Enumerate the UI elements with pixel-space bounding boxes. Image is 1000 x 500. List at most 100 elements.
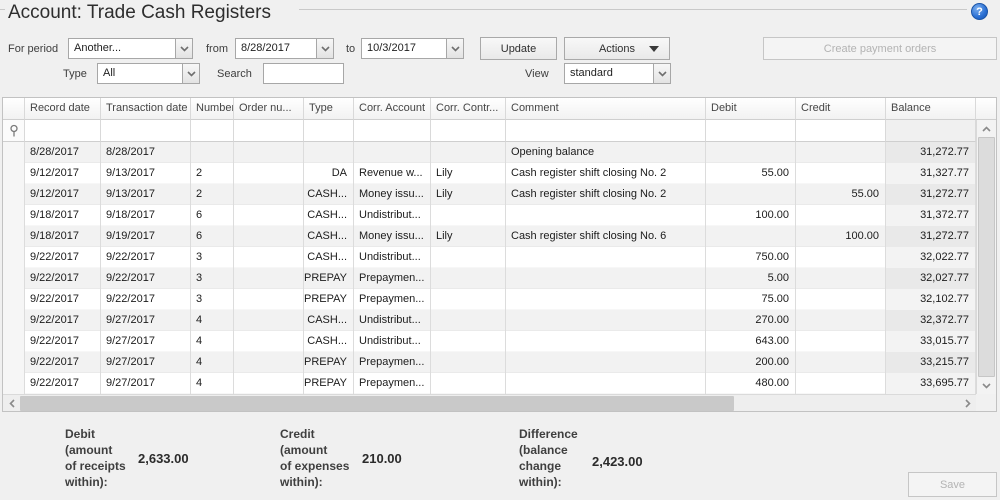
cell: 9/22/2017	[25, 373, 101, 394]
cell	[796, 268, 886, 289]
column-header-type[interactable]: Type	[304, 98, 354, 120]
column-header-transaction-date[interactable]: Transaction date	[101, 98, 191, 120]
cell: 9/27/2017	[101, 310, 191, 331]
cell: Undistribut...	[354, 247, 431, 268]
cell: 6	[191, 205, 234, 226]
filter-cell[interactable]	[706, 120, 796, 142]
column-header-record-date[interactable]: Record date	[25, 98, 101, 120]
filter-cell[interactable]	[234, 120, 304, 142]
table-row[interactable]: 9/18/20179/18/20176CASH...Undistribut...…	[3, 205, 976, 226]
type-select[interactable]: All	[97, 63, 200, 84]
filter-cell[interactable]	[101, 120, 191, 142]
filter-cell[interactable]	[506, 120, 706, 142]
help-icon[interactable]: ?	[971, 3, 988, 20]
filter-cell[interactable]	[354, 120, 431, 142]
row-indicator	[3, 226, 25, 247]
table-row[interactable]: 9/22/20179/27/20174CASH...Undistribut...…	[3, 331, 976, 352]
save-button[interactable]: Save	[908, 472, 997, 497]
scroll-down-icon[interactable]	[977, 377, 996, 394]
filter-cell[interactable]	[431, 120, 506, 142]
cell: 3	[191, 247, 234, 268]
cell	[234, 352, 304, 373]
filter-cell[interactable]	[25, 120, 101, 142]
cell: 9/18/2017	[101, 205, 191, 226]
cell: 4	[191, 373, 234, 394]
column-header-balance[interactable]: Balance	[886, 98, 976, 120]
column-header-order-number[interactable]: Order nu...	[234, 98, 304, 120]
column-header-corr-contractor[interactable]: Corr. Contr...	[431, 98, 506, 120]
cell	[234, 226, 304, 247]
from-date-value: 8/28/2017	[236, 39, 316, 58]
table-row[interactable]: 8/28/20178/28/2017Opening balance31,272.…	[3, 142, 976, 163]
column-header-credit[interactable]: Credit	[796, 98, 886, 120]
difference-total-value: 2,423.00	[592, 454, 643, 469]
cell: 2	[191, 184, 234, 205]
filter-cell[interactable]	[796, 120, 886, 142]
cell: 9/22/2017	[25, 247, 101, 268]
filter-cell[interactable]	[191, 120, 234, 142]
view-select[interactable]: standard	[564, 63, 671, 84]
vertical-scrollbar-thumb[interactable]	[978, 137, 995, 377]
actions-button[interactable]: Actions	[564, 37, 670, 60]
table-row[interactable]: 9/18/20179/19/20176CASH...Money issu...L…	[3, 226, 976, 247]
table-row[interactable]: 9/22/20179/22/20173PREPAYPrepaymen...75.…	[3, 289, 976, 310]
chevron-down-icon[interactable]	[446, 39, 463, 58]
cell	[431, 142, 506, 163]
cell: 33,215.77	[886, 352, 976, 373]
table-row[interactable]: 9/22/20179/27/20174PREPAYPrepaymen...480…	[3, 373, 976, 394]
cell: 9/27/2017	[101, 331, 191, 352]
scroll-right-icon[interactable]	[959, 395, 976, 411]
cell: 3	[191, 268, 234, 289]
cell	[234, 247, 304, 268]
scroll-left-icon[interactable]	[3, 395, 20, 411]
from-date-field[interactable]: 8/28/2017	[235, 38, 334, 59]
cell	[706, 184, 796, 205]
column-header-debit[interactable]: Debit	[706, 98, 796, 120]
to-date-field[interactable]: 10/3/2017	[361, 38, 464, 59]
cell: PREPAY	[304, 352, 354, 373]
table-row[interactable]: 9/22/20179/22/20173CASH...Undistribut...…	[3, 247, 976, 268]
chevron-down-icon[interactable]	[182, 64, 199, 83]
period-select[interactable]: Another...	[68, 38, 193, 59]
cell: Money issu...	[354, 184, 431, 205]
cell: Prepaymen...	[354, 289, 431, 310]
filter-cell[interactable]	[304, 120, 354, 142]
column-header-comment[interactable]: Comment	[506, 98, 706, 120]
cell: Money issu...	[354, 226, 431, 247]
table-row[interactable]: 9/22/20179/27/20174CASH...Undistribut...…	[3, 310, 976, 331]
search-field[interactable]	[263, 63, 344, 84]
horizontal-scrollbar[interactable]	[3, 394, 976, 411]
table-row[interactable]: 9/12/20179/13/20172DARevenue w...LilyCas…	[3, 163, 976, 184]
cell	[234, 163, 304, 184]
column-header-corr-account[interactable]: Corr. Account	[354, 98, 431, 120]
cell: 33,015.77	[886, 331, 976, 352]
chevron-down-icon[interactable]	[175, 39, 192, 58]
chevron-down-icon[interactable]	[653, 64, 670, 83]
cell: 55.00	[706, 163, 796, 184]
cell: Prepaymen...	[354, 268, 431, 289]
filter-cell[interactable]	[886, 120, 976, 142]
cell	[796, 310, 886, 331]
cell: Opening balance	[506, 142, 706, 163]
cell	[506, 268, 706, 289]
filter-pin-icon[interactable]	[3, 120, 25, 142]
column-header-number[interactable]: Number	[191, 98, 234, 120]
chevron-down-icon[interactable]	[316, 39, 333, 58]
table-row[interactable]: 9/22/20179/22/20173PREPAYPrepaymen...5.0…	[3, 268, 976, 289]
vertical-scrollbar[interactable]	[976, 120, 996, 394]
page-title: Account: Trade Cash Registers	[8, 2, 271, 24]
update-button[interactable]: Update	[480, 37, 557, 60]
cell	[234, 310, 304, 331]
scroll-up-icon[interactable]	[977, 120, 996, 137]
search-input[interactable]	[264, 64, 343, 83]
cell: 200.00	[706, 352, 796, 373]
transactions-grid: Record date Transaction date Number Orde…	[2, 97, 997, 412]
table-row[interactable]: 9/22/20179/27/20174PREPAYPrepaymen...200…	[3, 352, 976, 373]
create-payment-orders-button[interactable]: Create payment orders	[763, 37, 997, 60]
cell: 100.00	[706, 205, 796, 226]
cell	[234, 268, 304, 289]
cell	[506, 331, 706, 352]
table-row[interactable]: 9/12/20179/13/20172CASH...Money issu...L…	[3, 184, 976, 205]
horizontal-scrollbar-thumb[interactable]	[20, 396, 734, 411]
cell: 9/19/2017	[101, 226, 191, 247]
